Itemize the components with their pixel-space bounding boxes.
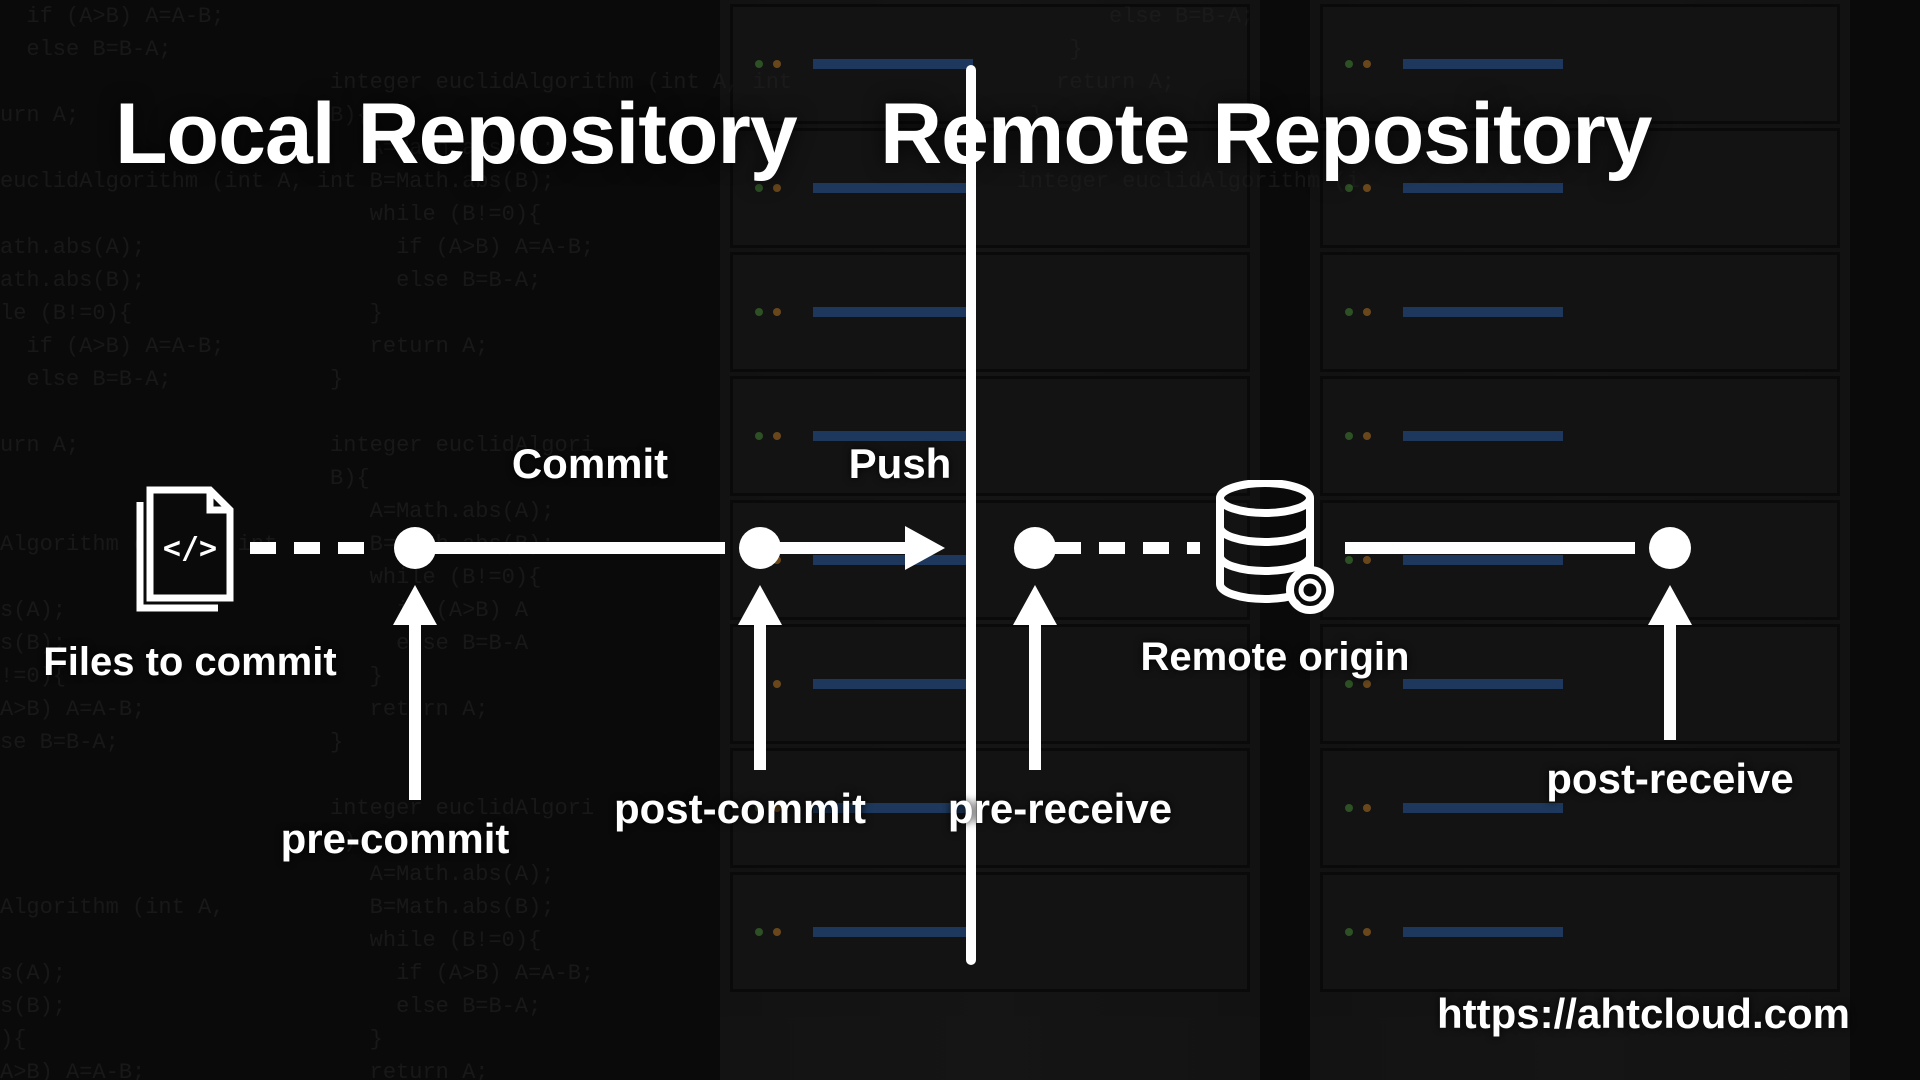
database-icon xyxy=(1210,480,1340,620)
url-text: https://ahtcloud.com xyxy=(1437,990,1850,1038)
title-local-repository: Local Repository xyxy=(115,85,797,184)
label-post-receive: post-receive xyxy=(1546,755,1793,803)
label-commit: Commit xyxy=(512,440,668,488)
label-remote-origin: Remote origin xyxy=(1110,635,1440,680)
label-post-commit: post-commit xyxy=(614,785,866,833)
arrow-push xyxy=(905,526,945,570)
circle-pre-receive xyxy=(1014,527,1056,569)
connector-dashed xyxy=(250,542,370,554)
files-icon: </> xyxy=(130,480,250,620)
circle-post-receive xyxy=(1649,527,1691,569)
label-pre-commit: pre-commit xyxy=(281,815,510,863)
title-remote-repository: Remote Repository xyxy=(880,85,1652,184)
vline-pre-receive xyxy=(1029,620,1041,770)
arrow-pre-receive xyxy=(1013,585,1057,625)
arrow-post-commit xyxy=(738,585,782,625)
vline-post-receive xyxy=(1664,620,1676,740)
circle-pre-commit xyxy=(394,527,436,569)
connector-commit xyxy=(435,542,725,554)
arrow-pre-commit xyxy=(393,585,437,625)
svg-text:</>: </> xyxy=(163,531,217,566)
vline-post-commit xyxy=(754,620,766,770)
label-files-to-commit: Files to commit xyxy=(40,640,340,685)
circle-post-commit xyxy=(739,527,781,569)
label-push: Push xyxy=(849,440,952,488)
connector-pre-receive xyxy=(1055,542,1200,554)
vline-pre-commit xyxy=(409,620,421,800)
label-pre-receive: pre-receive xyxy=(948,785,1172,833)
connector-post-receive xyxy=(1345,542,1635,554)
arrow-post-receive xyxy=(1648,585,1692,625)
connector-push xyxy=(780,542,910,554)
